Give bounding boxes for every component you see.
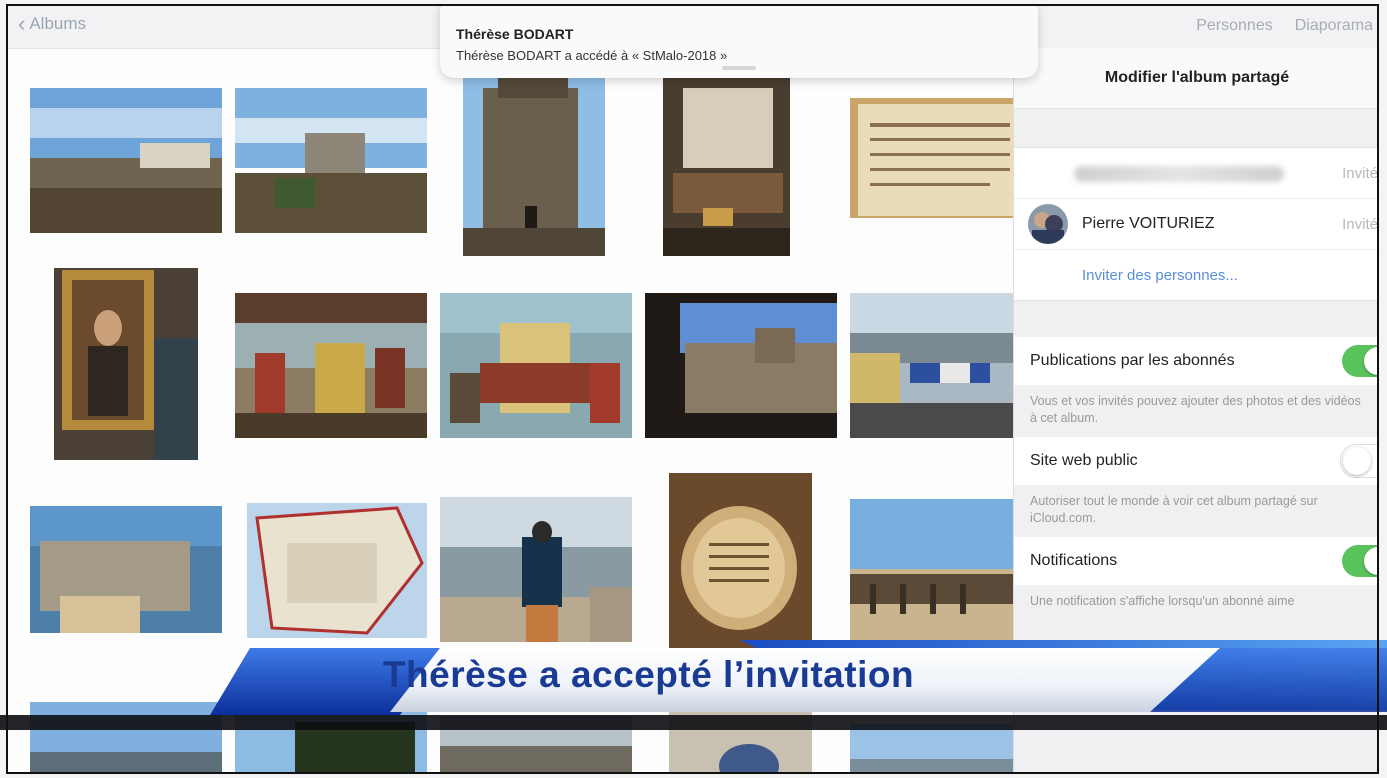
slideshow-button[interactable]: Diaporama — [1295, 17, 1373, 35]
avatar — [1028, 204, 1068, 244]
setting-label: Notifications — [1030, 552, 1118, 569]
chevron-left-icon: ‹ — [18, 11, 26, 36]
banner-drag-handle[interactable] — [722, 66, 756, 70]
setting-description: Autoriser tout le monde à voir cet album… — [1030, 494, 1318, 525]
nav-right-actions: Personnes Diaporama — [1196, 17, 1373, 35]
invite-status: Invité — [1342, 215, 1378, 233]
invite-people-link[interactable]: Inviter des personnes... — [1082, 267, 1238, 284]
photo-thumbnail[interactable] — [440, 293, 632, 438]
person-row[interactable]: Invité — [1014, 148, 1379, 199]
back-label: Albums — [29, 14, 87, 33]
photo-thumbnail[interactable] — [30, 702, 222, 774]
person-name: Pierre VOITURIEZ — [1082, 215, 1215, 232]
photo-thumbnail[interactable] — [247, 503, 427, 638]
photo-thumbnail[interactable] — [30, 88, 222, 233]
photo-thumbnail[interactable] — [645, 293, 837, 438]
invite-people-row[interactable]: Inviter des personnes... — [1014, 250, 1379, 300]
photo-thumbnail[interactable] — [440, 497, 632, 642]
overlay-caption: Thérèse a accepté l’invitation — [0, 654, 1387, 696]
photo-thumbnail[interactable] — [440, 716, 632, 774]
public-website-toggle[interactable] — [1340, 444, 1379, 478]
photo-thumbnail[interactable] — [30, 506, 222, 633]
notifications-toggle[interactable] — [1342, 545, 1379, 577]
setting-description: Une notification s'affiche lorsqu'un abo… — [1030, 594, 1295, 608]
panel-title: Modifier l'album partagé — [1104, 69, 1290, 86]
photo-thumbnail[interactable] — [850, 293, 1018, 438]
photo-thumbnail[interactable] — [669, 706, 812, 774]
panel-header: Modifier l'album partagé — [1014, 48, 1379, 109]
setting-label: Publications par les abonnés — [1030, 352, 1235, 369]
people-list: Invité Pierre VOITURIEZ Invité Inviter d… — [1014, 147, 1379, 301]
photo-thumbnail[interactable] — [235, 88, 427, 233]
setting-label: Site web public — [1030, 452, 1138, 469]
photo-thumbnail[interactable] — [669, 473, 812, 648]
public-website-setting: Site web public — [1014, 437, 1379, 485]
photo-thumbnail[interactable] — [850, 98, 1018, 218]
video-frame: ‹ Albums Personnes Diaporama Modifier l'… — [0, 0, 1387, 778]
setting-description: Vous et vos invités pouvez ajouter des p… — [1030, 394, 1361, 425]
subscriber-posting-setting: Publications par les abonnés — [1014, 337, 1379, 385]
blurred-person-name — [1074, 166, 1284, 182]
back-to-albums-button[interactable]: ‹ Albums — [18, 11, 87, 36]
person-row[interactable]: Pierre VOITURIEZ Invité — [1014, 199, 1379, 250]
photo-thumbnail[interactable] — [850, 499, 1018, 644]
invite-status: Invité — [1342, 164, 1378, 182]
notification-title: Thérèse BODART — [456, 26, 574, 42]
notification-body: Thérèse BODART a accédé à « StMalo-2018 … — [456, 48, 728, 63]
people-button[interactable]: Personnes — [1196, 17, 1273, 35]
photo-thumbnail[interactable] — [850, 724, 1018, 774]
photo-thumbnail[interactable] — [235, 293, 427, 438]
photo-thumbnail[interactable] — [54, 268, 198, 460]
photo-thumbnail[interactable] — [663, 78, 790, 256]
notifications-setting: Notifications — [1014, 537, 1379, 585]
overlay-caption-text: Thérèse a accepté l’invitation — [382, 654, 915, 695]
photo-thumbnail[interactable] — [235, 702, 427, 774]
notification-banner[interactable]: Thérèse BODART Thérèse BODART a accédé à… — [440, 6, 1038, 78]
subscriber-posting-toggle[interactable] — [1342, 345, 1379, 377]
photo-thumbnail[interactable] — [463, 78, 605, 256]
